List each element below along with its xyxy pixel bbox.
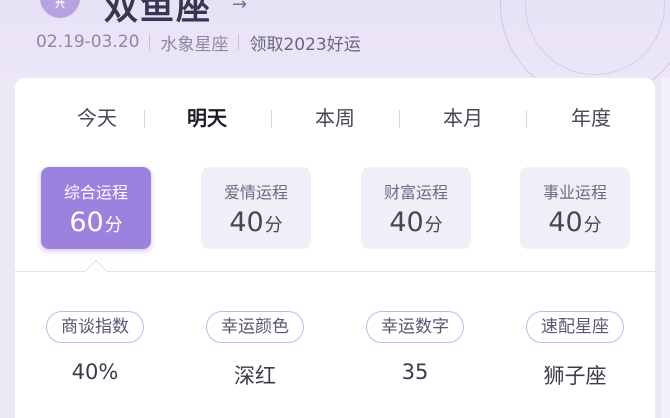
score-card-career[interactable]: 事业运程 40分	[520, 167, 630, 249]
score-label: 财富运程	[383, 183, 448, 202]
arrow-right-icon[interactable]: →	[232, 0, 247, 15]
sign-header: ♓ 双鱼座 → 02.19-03.20 水象星座 领取2023好运	[0, 0, 670, 80]
promo-link[interactable]: 领取2023好运	[249, 30, 360, 55]
meta-divider	[149, 34, 151, 50]
tab-this-week[interactable]: 本周	[295, 98, 375, 138]
fortune-card: 今天 明天 本周 本月 年度 综合运程 60分 爱情运程 40分 财富运程 40…	[15, 78, 655, 418]
score-card-love[interactable]: 爱情运程 40分	[201, 167, 311, 249]
date-range: 02.19-03.20	[36, 32, 140, 52]
score-label: 综合运程	[63, 183, 128, 202]
tab-tomorrow[interactable]: 明天	[167, 98, 247, 138]
element-type: 水象星座	[160, 34, 229, 55]
score-value: 40分	[389, 207, 443, 238]
tab-this-month[interactable]: 本月	[423, 98, 503, 138]
sign-title[interactable]: 双鱼座	[104, 0, 212, 29]
tab-divider	[399, 110, 400, 128]
meta-divider	[238, 34, 240, 50]
score-card-overall[interactable]: 综合运程 60分	[41, 167, 151, 249]
section-divider	[15, 271, 655, 272]
info-label-pill: 幸运颜色	[206, 311, 304, 343]
info-label-pill: 商谈指数	[46, 311, 144, 343]
tab-year[interactable]: 年度	[551, 98, 631, 138]
info-negotiation-index: 商谈指数 40%	[25, 311, 165, 384]
pisces-symbol-icon: ♓	[40, 0, 80, 18]
score-value: 40分	[548, 207, 602, 238]
period-tabs: 今天 明天 本周 本月 年度	[15, 98, 655, 138]
info-label-pill: 幸运数字	[366, 311, 464, 343]
tab-divider	[271, 110, 272, 128]
scroll-edge	[661, 78, 670, 418]
info-label-pill: 速配星座	[526, 311, 624, 343]
tab-divider	[526, 110, 527, 128]
score-label: 爱情运程	[223, 183, 288, 202]
info-best-match: 速配星座 狮子座	[505, 311, 645, 390]
score-card-wealth[interactable]: 财富运程 40分	[361, 167, 471, 249]
info-value: 狮子座	[543, 364, 607, 388]
info-value: 深红	[234, 364, 276, 388]
tab-today[interactable]: 今天	[57, 98, 137, 138]
sign-meta: 02.19-03.20 水象星座 领取2023好运	[36, 30, 361, 55]
info-lucky-number: 幸运数字 35	[345, 311, 485, 384]
tab-divider	[144, 110, 145, 128]
score-value: 60分	[69, 207, 123, 238]
selected-pointer	[84, 259, 108, 283]
info-value: 35	[401, 360, 429, 384]
score-label: 事业运程	[542, 183, 607, 202]
info-value: 40%	[71, 360, 119, 384]
info-lucky-color: 幸运颜色 深红	[185, 311, 325, 390]
score-value: 40分	[229, 207, 283, 238]
